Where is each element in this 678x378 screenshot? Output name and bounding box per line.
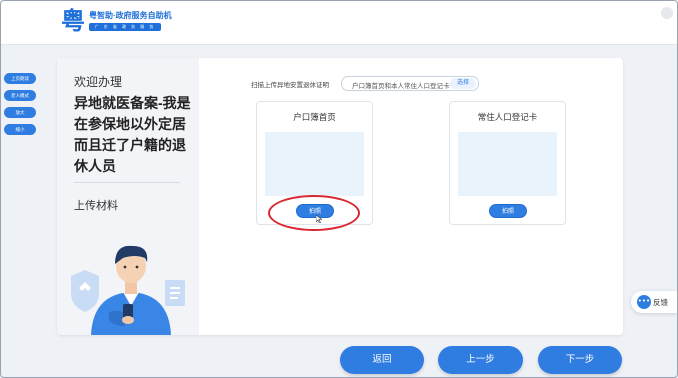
logo-subtitle: 广 东 省 政 务 服 务 <box>89 23 161 31</box>
side-tab-elder-mode[interactable]: 老人模式 <box>4 90 36 101</box>
take-photo-button[interactable]: 拍照 <box>489 204 527 218</box>
upload-materials-label: 上传材料 <box>74 200 118 212</box>
document-preview <box>458 132 557 196</box>
scan-material-select[interactable]: 户口簿首页和本人常住人口登记卡 选择 <box>341 76 479 91</box>
back-button[interactable]: 返回 <box>340 346 424 374</box>
chat-icon: ••• <box>637 295 651 309</box>
shield-icon <box>71 270 99 312</box>
case-title: 异地就医备案-我是在参保地以外定居而且迁了户籍的退休人员 <box>74 95 191 174</box>
document-title: 户口簿首页 <box>293 112 336 122</box>
welcome-text: 欢迎办理 <box>74 75 123 89</box>
scan-upload-row: 扫描上传异地安置退休证明 户口簿首页和本人常住人口登记卡 选择 <box>251 76 591 92</box>
main-card: 欢迎办理 异地就医备案-我是在参保地以外定居而且迁了户籍的退休人员 上传材料 扫… <box>57 58 623 335</box>
side-tab-read-aloud[interactable]: 上页朗读 <box>4 73 36 84</box>
app-window: 粤 粤智助·政府服务自助机 广 东 省 政 务 服 务 上页朗读 老人模式 放大… <box>0 0 678 378</box>
status-dot <box>661 7 673 19</box>
document-card-resident-registration: 常住人口登记卡 拍照 <box>449 101 566 225</box>
choose-button[interactable]: 选择 <box>450 78 476 89</box>
feedback-button[interactable]: ••• 反馈 <box>631 291 677 313</box>
logo-icon: 粤 <box>61 6 85 35</box>
header-bar: 粤 粤智助·政府服务自助机 广 东 省 政 务 服 务 <box>1 1 677 45</box>
feedback-label: 反馈 <box>653 298 668 307</box>
next-step-button[interactable]: 下一步 <box>538 346 622 374</box>
document-preview <box>265 132 364 196</box>
side-tab-zoom-in[interactable]: 放大 <box>4 107 36 118</box>
person-illustration <box>71 245 185 335</box>
side-tab-zoom-out[interactable]: 缩小 <box>4 124 36 135</box>
previous-step-button[interactable]: 上一步 <box>438 346 523 374</box>
side-tabs: 上页朗读 老人模式 放大 缩小 <box>4 73 40 141</box>
cursor-icon <box>316 215 322 223</box>
case-info-panel: 欢迎办理 异地就医备案-我是在参保地以外定居而且迁了户籍的退休人员 上传材料 <box>57 58 199 335</box>
scan-material-value: 户口簿首页和本人常住人口登记卡 <box>352 83 450 90</box>
divider <box>74 182 180 183</box>
logo-title: 粤智助·政府服务自助机 <box>89 11 172 20</box>
highlight-annotation <box>268 195 360 231</box>
scan-upload-label: 扫描上传异地安置退休证明 <box>251 82 329 89</box>
document-title: 常住人口登记卡 <box>477 112 538 122</box>
